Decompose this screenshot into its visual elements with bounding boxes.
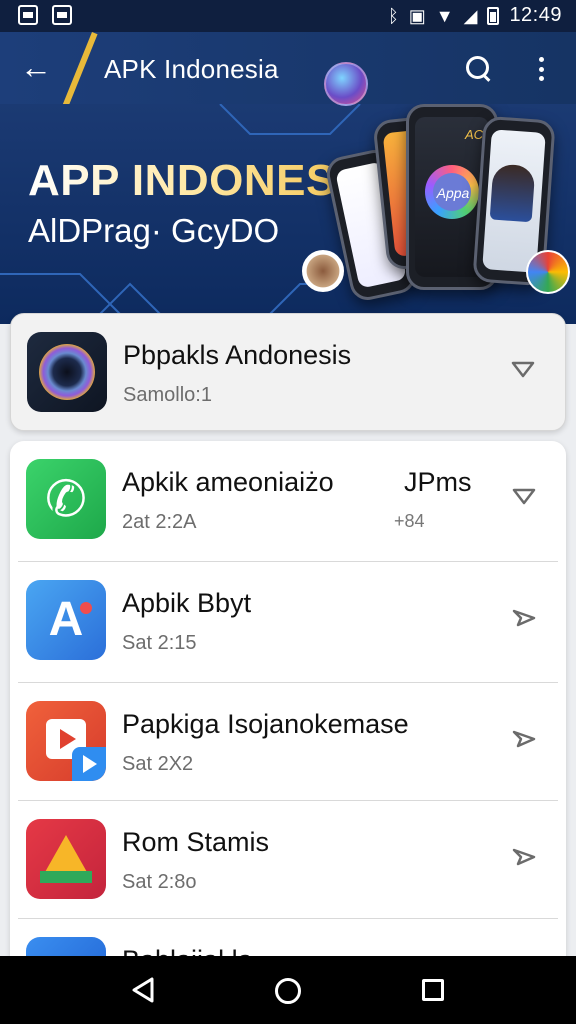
play-corner-icon: [72, 747, 106, 781]
list-item-extra: JPms: [404, 467, 472, 497]
app-bar: ← APK Indonesia: [0, 32, 576, 114]
list-item-title: Apkik ameoniaiżo: [122, 467, 334, 497]
list-item[interactable]: Rom Stamis Sat 2:8o: [10, 801, 566, 921]
bluetooth-icon: ᛒ: [387, 5, 399, 26]
avatar-bubble-icon: [302, 250, 344, 292]
phone-letter: AC: [465, 127, 484, 142]
floating-badge-icon: [324, 62, 368, 106]
signal-icon: ◢: [463, 5, 478, 26]
featured-app-card[interactable]: Pbpakls Andonesis Samollo:1: [10, 313, 566, 431]
status-left-icons: [18, 5, 72, 25]
page-title: APK Indonesia: [104, 54, 279, 84]
video-player-icon: [26, 701, 106, 781]
list-item-subtitle: Sat 2X2: [122, 753, 194, 775]
battery-icon: [487, 6, 500, 25]
drive-icon: [26, 819, 106, 899]
list-item-subtitle: 2at 2:2A: [122, 511, 197, 533]
wifi-icon: ▼: [435, 5, 454, 26]
send-icon[interactable]: [512, 847, 536, 867]
hero-banner: APP INDONESIA AlDPrag· GcyDO Appa AC: [0, 104, 576, 324]
nav-home-icon[interactable]: [275, 978, 301, 1004]
back-arrow-icon[interactable]: ←: [20, 50, 56, 86]
list-item-title: Apbik Bbyt: [122, 588, 252, 618]
app-list: Apkik ameoniaiżo JPms 2at 2:2A +84 Apbik…: [10, 441, 566, 1017]
phone-logo-text: Appa: [436, 185, 470, 201]
list-item-subtitle: Sat 2:8o: [122, 871, 197, 893]
search-icon[interactable]: [464, 54, 494, 84]
list-item-title: Papkiga Isojanokemase: [122, 709, 409, 739]
more-vertical-icon[interactable]: [534, 54, 548, 84]
list-item-title: Rom Stamis: [122, 827, 270, 857]
featured-subtitle: Samollo:1: [123, 384, 212, 406]
list-item[interactable]: Apbik Bbyt Sat 2:15: [10, 562, 566, 682]
send-icon[interactable]: [512, 608, 536, 628]
app-builder-icon: [26, 580, 106, 660]
photo-icon: ▣: [408, 5, 426, 26]
nav-recents-icon[interactable]: [422, 979, 444, 1001]
navigation-bar: [0, 956, 576, 1024]
camera-icon: [27, 332, 107, 412]
list-item[interactable]: Papkiga Isojanokemase Sat 2X2: [10, 683, 566, 803]
nav-back-icon[interactable]: [130, 976, 156, 1004]
list-item-extra-sub: +84: [394, 511, 425, 531]
send-icon[interactable]: [512, 729, 536, 749]
send-icon[interactable]: [512, 487, 536, 507]
status-time: 12:49: [509, 4, 562, 26]
accent-slash: [59, 32, 98, 114]
list-item[interactable]: Apkik ameoniaiżo JPms 2at 2:2A +84: [10, 441, 566, 561]
chrome-bubble-icon: [526, 250, 570, 294]
person-image: [489, 163, 536, 223]
image-notification-icon: [18, 5, 38, 25]
phone-icon: [26, 459, 106, 539]
status-bar: ᛒ ▣ ▼ ◢ 12:49: [0, 0, 576, 32]
banner-subtitle: AlDPrag· GcyDO: [28, 212, 280, 249]
send-icon[interactable]: [511, 360, 535, 380]
list-item-subtitle: Sat 2:15: [122, 632, 197, 654]
status-right-icons: ᛒ ▣ ▼ ◢ 12:49: [388, 4, 562, 27]
screenshot-notification-icon: [52, 5, 72, 25]
featured-title: Pbpakls Andonesis: [123, 340, 352, 370]
